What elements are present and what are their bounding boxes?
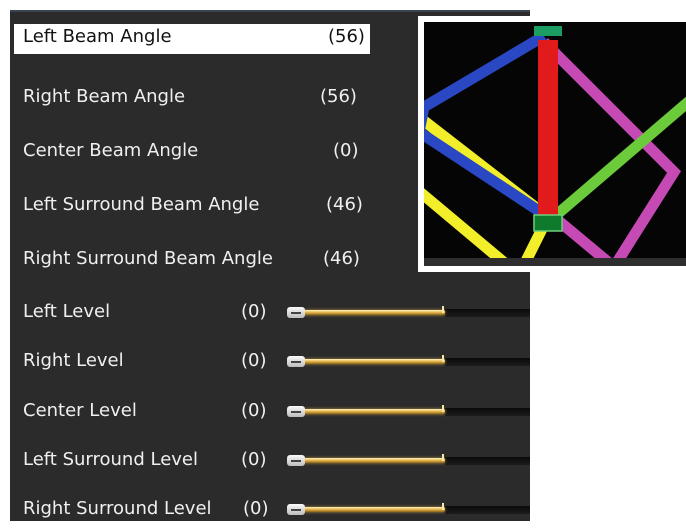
slider-end-tick [442, 503, 444, 510]
center-level-row: Center Level (0) [10, 392, 530, 432]
right-level-value: (0) [241, 350, 267, 371]
right-level-row: Right Level (0) [10, 342, 530, 382]
left-surround-level-slider[interactable] [285, 451, 530, 471]
center-level-label: Center Level [23, 400, 137, 421]
left-surround-level-value: (0) [241, 449, 267, 470]
slider-track-fill [303, 310, 445, 315]
slider-track-empty [445, 408, 530, 416]
preview-bottom-strip [424, 258, 686, 266]
center-level-value: (0) [241, 400, 267, 421]
right-level-slider[interactable] [285, 352, 530, 372]
left-level-value: (0) [241, 301, 267, 322]
left-beam-angle-label: Left Beam Angle [23, 26, 172, 47]
slider-knob[interactable] [287, 455, 305, 466]
left-level-label: Left Level [23, 301, 111, 322]
right-surround-level-label: Right Surround Level [23, 498, 212, 519]
slider-end-tick [442, 454, 444, 461]
left-surround-level-row: Left Surround Level (0) [10, 441, 530, 481]
slider-track-empty [445, 358, 530, 366]
right-beam-angle-label: Right Beam Angle [23, 86, 186, 107]
beam-pattern-canvas [424, 22, 686, 266]
slider-knob[interactable] [287, 356, 305, 367]
slider-end-tick [442, 405, 444, 412]
center-beam-angle-label: Center Beam Angle [23, 140, 199, 161]
slider-track-empty [445, 506, 530, 514]
slider-end-tick [442, 306, 444, 313]
left-beam-angle-value: (56) [328, 26, 365, 47]
slider-track-fill [303, 458, 445, 463]
right-surround-level-slider[interactable] [285, 500, 530, 520]
left-surround-beam-angle-label: Left Surround Beam Angle [23, 194, 260, 215]
right-surround-beam-angle-value: (46) [323, 248, 360, 269]
top-speaker-marker [534, 26, 562, 36]
slider-track-empty [445, 457, 530, 465]
slider-knob[interactable] [287, 307, 305, 318]
slider-track-fill [303, 359, 445, 364]
right-surround-level-row: Right Surround Level (0) [10, 490, 530, 530]
left-surround-level-label: Left Surround Level [23, 449, 198, 470]
slider-track-fill [303, 507, 445, 512]
speaker-marker [533, 214, 563, 232]
slider-knob[interactable] [287, 406, 305, 417]
left-level-row: Left Level (0) [10, 293, 530, 333]
left-surround-beam-angle-value: (46) [326, 194, 363, 215]
right-surround-beam-angle-label: Right Surround Beam Angle [23, 248, 273, 269]
right-level-label: Right Level [23, 350, 124, 371]
slider-track-empty [445, 309, 530, 317]
right-surround-level-value: (0) [243, 498, 269, 519]
left-level-slider[interactable] [285, 303, 530, 323]
center-level-slider[interactable] [285, 402, 530, 422]
center-beam [538, 40, 558, 220]
center-beam-angle-value: (0) [333, 140, 359, 161]
slider-knob[interactable] [287, 504, 305, 515]
slider-track-fill [303, 409, 445, 414]
slider-end-tick [442, 355, 444, 362]
beam-pattern-preview [418, 16, 686, 272]
right-beam-angle-value: (56) [320, 86, 357, 107]
